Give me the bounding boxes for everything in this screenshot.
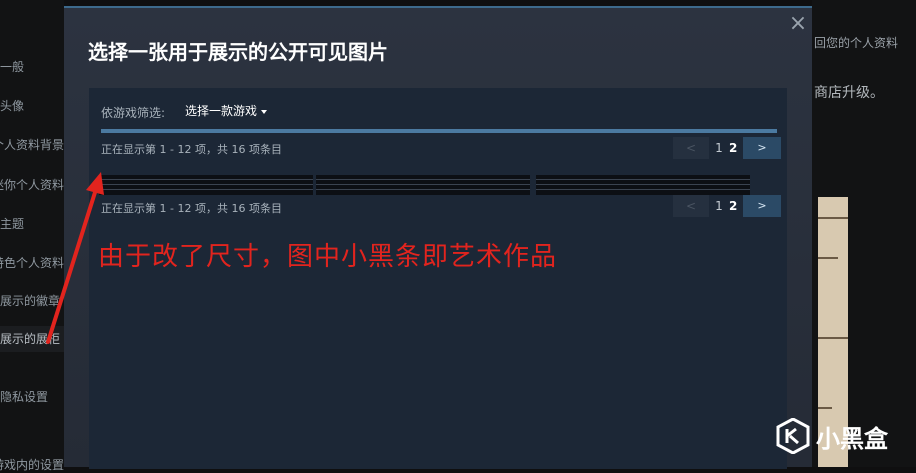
- watermark-text: 小黑盒: [816, 424, 888, 453]
- watermark: 小黑盒: [776, 418, 888, 454]
- annotation-arrow: [46, 172, 104, 344]
- xiaoheihe-logo-icon: [776, 418, 810, 454]
- annotation-text: 由于改了尺寸，图中小黑条即艺术作品: [98, 242, 558, 272]
